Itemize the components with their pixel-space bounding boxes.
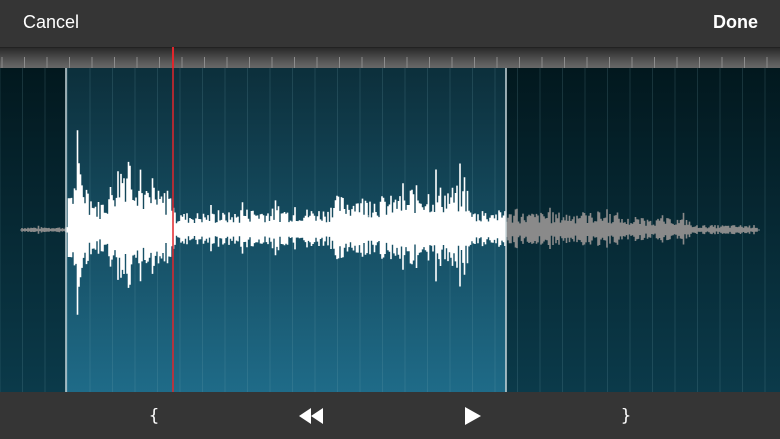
timeline-ruler[interactable]: [0, 47, 780, 69]
rewind-icon: [299, 407, 323, 424]
rewind-button[interactable]: [297, 392, 325, 439]
done-button[interactable]: Done: [713, 12, 758, 33]
trim-end-button[interactable]: }: [616, 392, 636, 439]
play-button[interactable]: [463, 392, 483, 439]
timeline-ticks: [1, 57, 768, 69]
play-icon: [465, 406, 481, 425]
bottom-toolbar: { }: [0, 392, 780, 439]
playhead-top: [172, 47, 174, 68]
cancel-button[interactable]: Cancel: [23, 12, 79, 33]
top-bar: Cancel Done: [0, 0, 780, 47]
watermark-text: pdalestar.com: [338, 212, 444, 231]
trim-start-button[interactable]: {: [144, 392, 164, 439]
